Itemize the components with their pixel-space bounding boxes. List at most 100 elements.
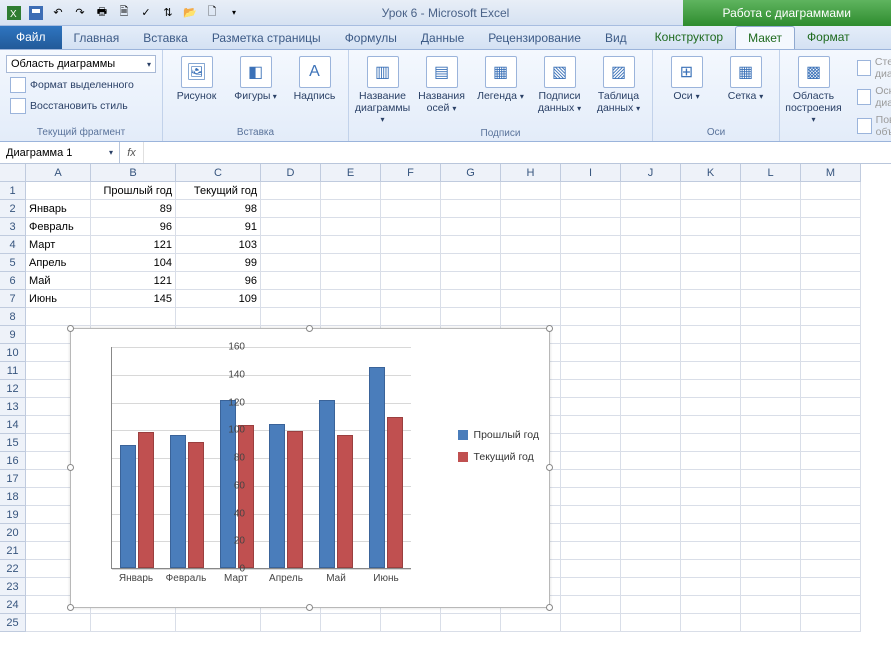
- cell[interactable]: 103: [176, 236, 261, 254]
- cell[interactable]: [561, 578, 621, 596]
- cell[interactable]: [621, 578, 681, 596]
- cell[interactable]: [681, 182, 741, 200]
- row-header[interactable]: 24: [0, 596, 26, 614]
- cell[interactable]: [501, 290, 561, 308]
- cell[interactable]: [621, 290, 681, 308]
- name-box[interactable]: Диаграмма 1 ▾: [0, 142, 120, 163]
- row-header[interactable]: 12: [0, 380, 26, 398]
- cell[interactable]: [681, 308, 741, 326]
- save-icon[interactable]: [28, 5, 44, 21]
- cell[interactable]: [621, 218, 681, 236]
- tab-Формулы[interactable]: Формулы: [333, 27, 409, 49]
- row-header[interactable]: 9: [0, 326, 26, 344]
- cell[interactable]: [801, 488, 861, 506]
- row-header[interactable]: 2: [0, 200, 26, 218]
- cell[interactable]: [681, 236, 741, 254]
- col-header[interactable]: I: [561, 164, 621, 182]
- cell[interactable]: [801, 218, 861, 236]
- col-header[interactable]: G: [441, 164, 501, 182]
- col-header[interactable]: C: [176, 164, 261, 182]
- bar[interactable]: [120, 445, 136, 568]
- cell[interactable]: [381, 290, 441, 308]
- row-header[interactable]: 25: [0, 614, 26, 632]
- cell[interactable]: [441, 200, 501, 218]
- cell[interactable]: [801, 200, 861, 218]
- cell[interactable]: [261, 254, 321, 272]
- cell[interactable]: [681, 452, 741, 470]
- open-icon[interactable]: 📂: [182, 5, 198, 21]
- cell[interactable]: 89: [91, 200, 176, 218]
- cell[interactable]: [561, 614, 621, 632]
- cell[interactable]: [741, 326, 801, 344]
- cell[interactable]: [681, 344, 741, 362]
- cell[interactable]: [561, 290, 621, 308]
- cell[interactable]: [621, 308, 681, 326]
- cell[interactable]: [801, 578, 861, 596]
- cell[interactable]: [621, 488, 681, 506]
- cell[interactable]: [741, 254, 801, 272]
- row-header[interactable]: 11: [0, 362, 26, 380]
- row-header[interactable]: 10: [0, 344, 26, 362]
- row-header[interactable]: 13: [0, 398, 26, 416]
- cell[interactable]: [681, 488, 741, 506]
- cell[interactable]: [261, 182, 321, 200]
- plot-area[interactable]: [111, 347, 411, 569]
- cell[interactable]: Апрель: [26, 254, 91, 272]
- cell[interactable]: [801, 560, 861, 578]
- resize-handle[interactable]: [306, 604, 313, 611]
- cell[interactable]: [741, 218, 801, 236]
- cell[interactable]: [621, 272, 681, 290]
- cell[interactable]: [801, 362, 861, 380]
- gridlines-button[interactable]: ▦Сетка ▾: [718, 52, 773, 103]
- bar[interactable]: [287, 431, 303, 568]
- cell[interactable]: [801, 614, 861, 632]
- cell[interactable]: [681, 362, 741, 380]
- cell[interactable]: [741, 290, 801, 308]
- qat-dropdown-icon[interactable]: ▾: [226, 5, 242, 21]
- cell[interactable]: [381, 218, 441, 236]
- col-header[interactable]: E: [321, 164, 381, 182]
- cell[interactable]: [321, 272, 381, 290]
- cell[interactable]: [801, 506, 861, 524]
- resize-handle[interactable]: [546, 604, 553, 611]
- formula-input[interactable]: [144, 142, 891, 163]
- cell[interactable]: [501, 254, 561, 272]
- cell[interactable]: [801, 182, 861, 200]
- cell[interactable]: [681, 398, 741, 416]
- cell[interactable]: [441, 614, 501, 632]
- cell[interactable]: [621, 398, 681, 416]
- cell[interactable]: [91, 614, 176, 632]
- new-icon[interactable]: 🗋: [204, 5, 220, 21]
- cell[interactable]: [321, 614, 381, 632]
- chart-legend[interactable]: Прошлый годТекущий год: [458, 429, 539, 473]
- cell[interactable]: [561, 362, 621, 380]
- cell[interactable]: 145: [91, 290, 176, 308]
- bar[interactable]: [337, 435, 353, 568]
- cell[interactable]: [321, 182, 381, 200]
- data-labels-button[interactable]: ▧Подписи данных ▾: [532, 52, 587, 114]
- cell[interactable]: [561, 200, 621, 218]
- row-header[interactable]: 1: [0, 182, 26, 200]
- cell[interactable]: 96: [91, 218, 176, 236]
- cell[interactable]: [621, 362, 681, 380]
- cell[interactable]: [561, 380, 621, 398]
- cell[interactable]: [741, 524, 801, 542]
- cell[interactable]: [501, 308, 561, 326]
- cell[interactable]: [801, 272, 861, 290]
- cell[interactable]: [801, 452, 861, 470]
- cell[interactable]: [381, 182, 441, 200]
- redo-icon[interactable]: ↷: [72, 5, 88, 21]
- tab-Макет[interactable]: Макет: [735, 26, 795, 49]
- tab-Главная[interactable]: Главная: [62, 27, 132, 49]
- cell[interactable]: [801, 398, 861, 416]
- cell[interactable]: 96: [176, 272, 261, 290]
- chart-element-selector[interactable]: Область диаграммы ▾: [6, 55, 156, 73]
- cell[interactable]: [801, 236, 861, 254]
- cell[interactable]: [621, 254, 681, 272]
- cell[interactable]: [741, 416, 801, 434]
- cell[interactable]: [681, 218, 741, 236]
- row-header[interactable]: 20: [0, 524, 26, 542]
- cell[interactable]: [621, 596, 681, 614]
- tab-Конструктор[interactable]: Конструктор: [643, 26, 735, 49]
- undo-icon[interactable]: ↶: [50, 5, 66, 21]
